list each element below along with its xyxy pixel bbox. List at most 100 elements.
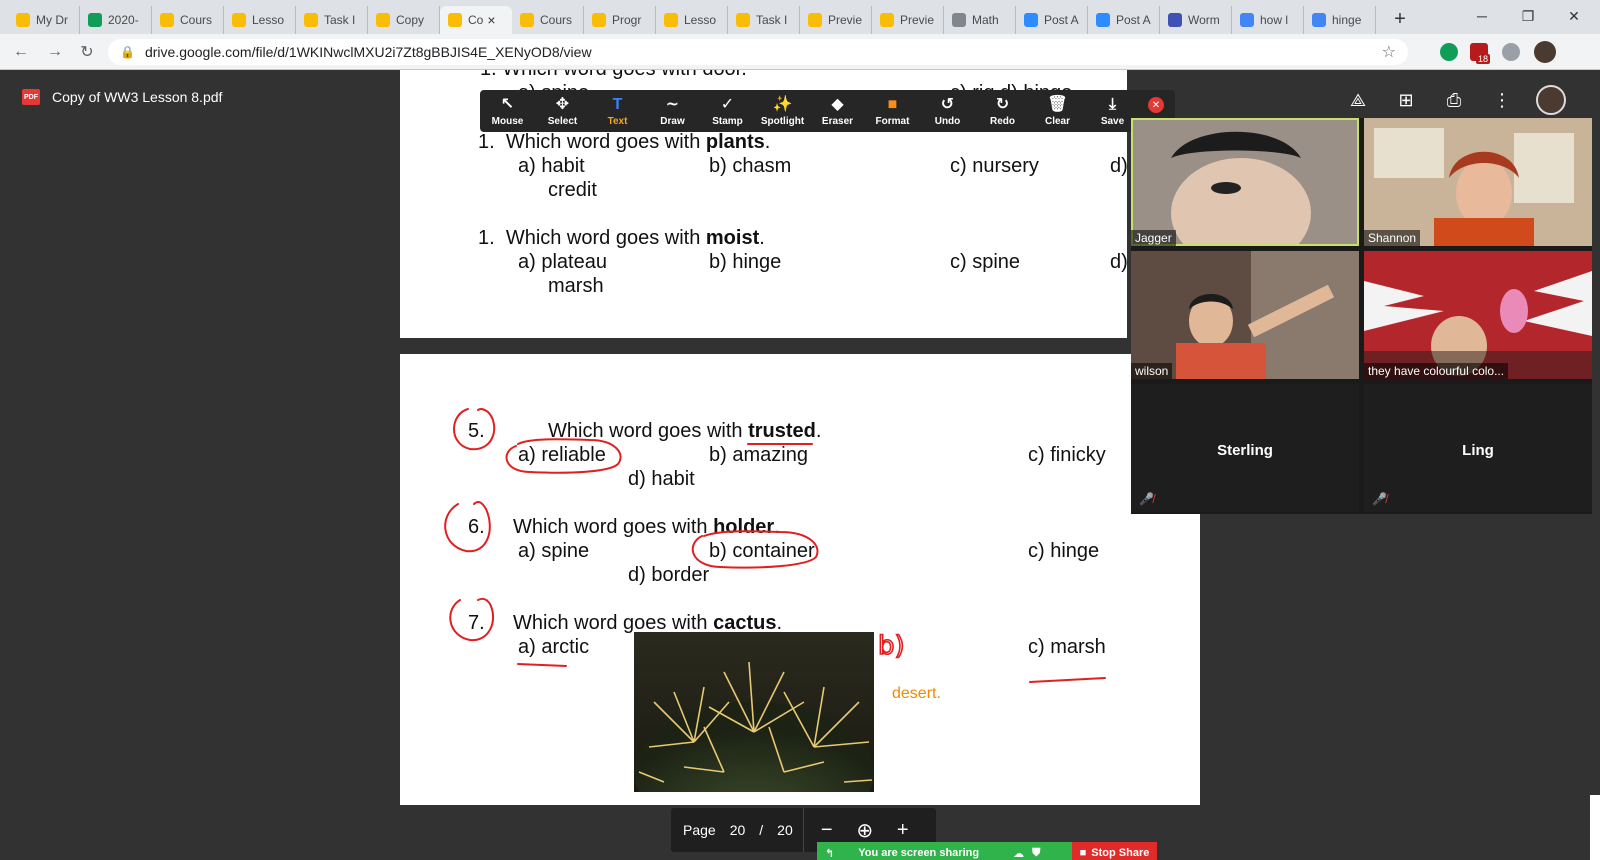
classroom-icon: [736, 13, 750, 27]
tool-clear[interactable]: 🗑 Clear: [1030, 90, 1085, 132]
video-tile-wilson[interactable]: wilson: [1131, 251, 1359, 379]
stop-share-button[interactable]: ■ Stop Share: [1072, 842, 1157, 860]
back-button[interactable]: ←: [10, 41, 32, 63]
zoom-in-button[interactable]: +: [890, 819, 916, 842]
tab-label: Copy: [396, 13, 425, 27]
tab-6[interactable]: Co ×: [440, 6, 512, 34]
address-bar[interactable]: 🔒 drive.google.com/file/d/1WKINwclMXU2i7…: [108, 39, 1408, 65]
tool-select[interactable]: ✥ Select: [535, 90, 590, 132]
tab-1[interactable]: 2020-: [80, 6, 152, 34]
sharing-status[interactable]: ↰ You are screen sharing ☁ ⛊: [817, 842, 1072, 860]
bookmark-star-icon[interactable]: ☆: [1382, 42, 1396, 62]
tab-7[interactable]: Cours: [512, 6, 584, 34]
tab-11[interactable]: Previe: [800, 6, 872, 34]
sharing-status-text: You are screen sharing: [858, 847, 980, 859]
tab-label: My Dr: [36, 13, 68, 27]
tab-18[interactable]: hinge: [1304, 6, 1376, 34]
tab-3[interactable]: Lesso: [224, 6, 296, 34]
classroom-icon: [592, 13, 606, 27]
tab-9[interactable]: Lesso: [656, 6, 728, 34]
option-a: a) habit: [518, 155, 585, 177]
tool-text[interactable]: T Text: [590, 90, 645, 132]
add-to-drive-icon[interactable]: ⟁: [1346, 88, 1370, 112]
video-tile-jagger[interactable]: Jagger: [1131, 118, 1359, 246]
restore-button[interactable]: ❐: [1508, 4, 1548, 28]
tab-4[interactable]: Task I: [296, 6, 368, 34]
scrollbar-thumb[interactable]: [1590, 795, 1600, 860]
close-annotation-icon[interactable]: ✕: [1148, 97, 1164, 113]
video-feed: [1364, 118, 1592, 246]
print-icon[interactable]: ⎙: [1442, 88, 1466, 112]
tab-13[interactable]: Math: [944, 6, 1016, 34]
tab-17[interactable]: how l: [1232, 6, 1304, 34]
tab-15[interactable]: Post A: [1088, 6, 1160, 34]
zoom-icon-button[interactable]: ⊕: [852, 818, 878, 843]
tab-label: Task I: [756, 13, 788, 27]
video-tile-colourful[interactable]: they have colourful colo...: [1364, 251, 1592, 379]
profile-avatar[interactable]: [1534, 41, 1556, 63]
tab-5[interactable]: Copy: [368, 6, 440, 34]
tool-stamp[interactable]: ✓ Stamp: [700, 90, 755, 132]
tool-draw[interactable]: ∼ Draw: [645, 90, 700, 132]
reload-button[interactable]: ↻: [76, 41, 98, 63]
page-current-input[interactable]: 20: [730, 822, 746, 838]
audio-tile-sterling[interactable]: Sterling 🎤̸: [1131, 384, 1359, 512]
tool-eraser[interactable]: ◆ Eraser: [810, 90, 865, 132]
page-label: Page: [683, 822, 716, 838]
tool-label: Select: [547, 116, 578, 127]
account-avatar[interactable]: [1536, 85, 1566, 115]
circle-q5-number: [453, 407, 496, 451]
handwritten-b-answer: b): [878, 631, 905, 661]
tool-format[interactable]: ■ Format: [865, 90, 920, 132]
participant-name: Ling: [1462, 442, 1494, 459]
undo-icon: ↺: [940, 96, 955, 113]
tool-label: Stamp: [712, 116, 743, 127]
tab-12[interactable]: Previe: [872, 6, 944, 34]
page-total: 20: [777, 822, 793, 838]
tool-redo[interactable]: ↻ Redo: [975, 90, 1030, 132]
audio-tile-ling[interactable]: Ling 🎤̸: [1364, 384, 1592, 512]
tool-spotlight[interactable]: ✨ Spotlight: [755, 90, 810, 132]
more-options-icon[interactable]: ⋮: [1490, 88, 1514, 112]
extension-green-icon[interactable]: [1440, 43, 1458, 61]
video-tile-shannon[interactable]: Shannon: [1364, 118, 1592, 246]
tab-2[interactable]: Cours: [152, 6, 224, 34]
question-keyword: moist: [705, 227, 760, 249]
divider: [802, 808, 804, 852]
extension-puzzle-icon[interactable]: [1502, 43, 1520, 61]
open-with-icon[interactable]: ⊞: [1394, 88, 1418, 112]
zoom-out-button[interactable]: −: [814, 819, 840, 842]
new-tab-button[interactable]: +: [1388, 7, 1412, 31]
tab-label: Cours: [180, 13, 213, 27]
question-door: 1. Which word goes with door.: [480, 70, 747, 81]
tab-0[interactable]: My Dr: [8, 6, 80, 34]
shield-icon: ⛊: [1032, 846, 1041, 859]
tab-16[interactable]: Worm: [1160, 6, 1232, 34]
google-drive-icon: [16, 13, 30, 27]
tab-close-icon[interactable]: ×: [487, 12, 495, 28]
classroom-icon: [808, 13, 822, 27]
tool-label: Undo: [934, 116, 961, 127]
tab-8[interactable]: Progr: [584, 6, 656, 34]
redo-icon: ↻: [995, 96, 1010, 113]
tab-10[interactable]: Task I: [728, 6, 800, 34]
window-close-button[interactable]: ✕: [1554, 4, 1594, 28]
option-c: c) nursery: [950, 155, 1039, 177]
tool-label: Save: [1100, 116, 1125, 127]
tool-mouse[interactable]: ↖ Mouse: [480, 90, 535, 132]
zoom-icon: [1024, 13, 1038, 27]
question-keyword: plants: [705, 131, 765, 153]
tab-label: Math: [972, 13, 999, 27]
minimize-button[interactable]: ─: [1462, 4, 1502, 28]
cursor-icon: ↖: [500, 96, 515, 113]
tab-label: Previe: [828, 13, 863, 27]
tab-14[interactable]: Post A: [1016, 6, 1088, 34]
spotlight-icon: ✨: [772, 96, 793, 113]
tab-label: hinge: [1332, 13, 1362, 27]
tool-label: Text: [607, 116, 628, 127]
circle-q5-answer: [505, 438, 622, 474]
forward-button[interactable]: →: [44, 41, 66, 63]
tab-label: Task I: [324, 13, 356, 27]
stamp-icon: ✓: [720, 96, 735, 113]
tool-undo[interactable]: ↺ Undo: [920, 90, 975, 132]
